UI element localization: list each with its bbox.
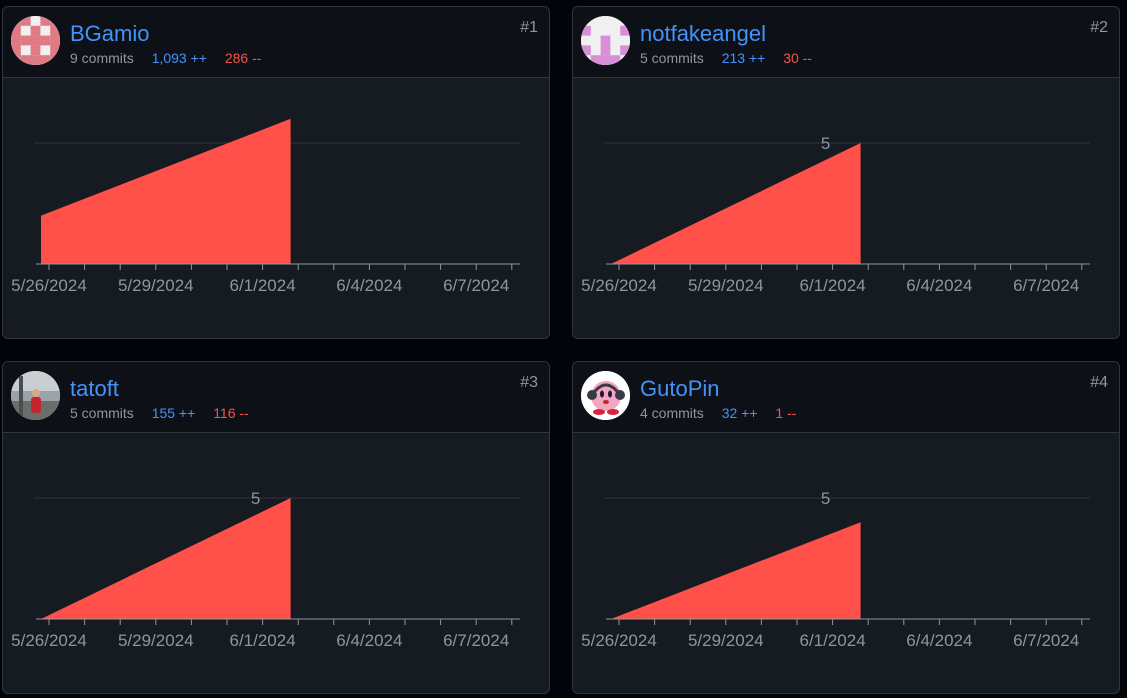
contribution-area-chart: 5/26/2024 5/29/2024 6/1/2024 6/4/2024 6/7/20… — [11, 118, 520, 295]
chart-x-tick-label: 5/26/2024 — [11, 276, 87, 295]
contributor-rank: #2 — [1090, 19, 1108, 36]
contribution-area-chart: 5 5/26/2024 5/29/2024 6/1/2024 6/4/2024 6/7/2… — [11, 489, 520, 650]
chart-x-tick-label: 6/1/2024 — [800, 631, 866, 650]
chart-x-tick-label: 6/4/2024 — [336, 631, 402, 650]
commit-count-link[interactable]: 9 commits — [70, 50, 134, 66]
commit-count-link[interactable]: 4 commits — [640, 405, 704, 421]
contributor-username-link[interactable]: GutoPin — [640, 376, 720, 402]
chart-x-tick-label: 5/26/2024 — [11, 631, 87, 650]
contributor-username-link[interactable]: BGamio — [70, 21, 149, 47]
deletions-count: 1 -- — [775, 405, 797, 421]
card-header: GutoPin 4 commits 32 ++ 1 -- #4 — [573, 362, 1119, 433]
chart-x-tick-label: 5/29/2024 — [688, 631, 764, 650]
deletions-count: 286 -- — [224, 50, 262, 66]
identicon-pink-avatar[interactable] — [581, 16, 630, 65]
chart-x-tick-label: 6/1/2024 — [800, 276, 866, 295]
identicon-red-avatar[interactable] — [11, 16, 60, 65]
additions-count: 155 ++ — [151, 405, 196, 421]
additions-count: 32 ++ — [721, 405, 758, 421]
chart-x-tick-label: 5/29/2024 — [688, 276, 764, 295]
chart-x-tick-label: 6/7/2024 — [1013, 631, 1079, 650]
contributor-username-link[interactable]: tatoft — [70, 376, 119, 402]
contributor-rank: #4 — [1090, 374, 1108, 391]
chart-x-tick-label: 6/4/2024 — [336, 276, 402, 295]
contributor-stats: 4 commits 32 ++ 1 -- — [640, 405, 796, 421]
chart-x-tick-label: 5/26/2024 — [581, 276, 657, 295]
chart-x-tick-label: 6/7/2024 — [443, 276, 509, 295]
chart-peak-label: 5 — [821, 489, 830, 508]
chart-x-tick-label: 5/29/2024 — [118, 631, 194, 650]
kirby-character-avatar[interactable] — [581, 371, 630, 420]
chart-area-series — [611, 522, 861, 619]
contributor-rank: #3 — [520, 374, 538, 391]
contributor-stats: 9 commits 1,093 ++ 286 -- — [70, 50, 261, 66]
contributor-card: notfakeangel 5 commits 213 ++ 30 -- #2 5… — [572, 6, 1120, 339]
contributor-rank: #1 — [520, 19, 538, 36]
card-header: BGamio 9 commits 1,093 ++ 286 -- #1 — [3, 7, 549, 78]
commit-count-link[interactable]: 5 commits — [640, 50, 704, 66]
card-header: tatoft 5 commits 155 ++ 116 -- #3 — [3, 362, 549, 433]
chart-area-series — [41, 498, 291, 619]
contributor-stats: 5 commits 155 ++ 116 -- — [70, 405, 249, 421]
contribution-area-chart: 5 5/26/2024 5/29/2024 6/1/2024 6/4/2024 6/7/2… — [581, 134, 1090, 295]
contributor-card: GutoPin 4 commits 32 ++ 1 -- #4 5 5/26/20… — [572, 361, 1120, 694]
contributor-stats: 5 commits 213 ++ 30 -- — [640, 50, 812, 66]
chart-x-tick-label: 6/1/2024 — [230, 276, 296, 295]
additions-count: 213 ++ — [721, 50, 766, 66]
photo-person-avatar[interactable] — [11, 371, 60, 420]
chart-area-series — [41, 118, 291, 264]
chart-peak-label: 5 — [251, 489, 260, 508]
contributor-username-link[interactable]: notfakeangel — [640, 21, 766, 47]
chart-peak-label: 5 — [821, 134, 830, 153]
chart-x-tick-label: 6/4/2024 — [906, 276, 972, 295]
deletions-count: 116 -- — [213, 405, 249, 421]
chart-x-tick-label: 6/1/2024 — [230, 631, 296, 650]
chart-x-tick-label: 6/4/2024 — [906, 631, 972, 650]
contributor-card: tatoft 5 commits 155 ++ 116 -- #3 5 5/26/… — [2, 361, 550, 694]
deletions-count: 30 -- — [783, 50, 812, 66]
card-header: notfakeangel 5 commits 213 ++ 30 -- #2 — [573, 7, 1119, 78]
chart-x-tick-label: 6/7/2024 — [443, 631, 509, 650]
contribution-area-chart: 5 5/26/2024 5/29/2024 6/1/2024 6/4/2024 6/7/2… — [581, 489, 1090, 650]
chart-area-series — [611, 143, 861, 264]
contributor-card: BGamio 9 commits 1,093 ++ 286 -- #1 5/26… — [2, 6, 550, 339]
chart-x-tick-label: 6/7/2024 — [1013, 276, 1079, 295]
chart-x-tick-label: 5/29/2024 — [118, 276, 194, 295]
commit-count-link[interactable]: 5 commits — [70, 405, 134, 421]
additions-count: 1,093 ++ — [151, 50, 207, 66]
chart-x-tick-label: 5/26/2024 — [581, 631, 657, 650]
